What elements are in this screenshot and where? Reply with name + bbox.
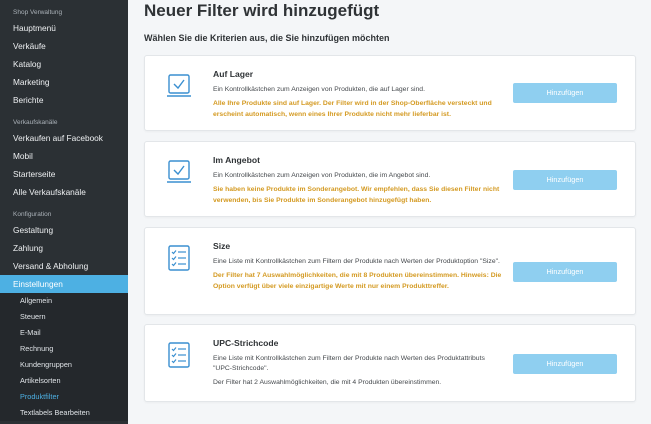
add-filter-button[interactable]: Hinzufügen [513,83,617,103]
sidebar-item-katalog[interactable]: Katalog [0,55,128,73]
filter-card-size: Size Eine Liste mit Kontrollkästchen zum… [144,227,636,315]
sidebar-item-berichte[interactable]: Berichte [0,91,128,109]
card-note: Der Filter hat 2 Auswahlmöglichkeiten, d… [213,379,442,386]
sidebar-item-versand[interactable]: Versand & Abholung [0,257,128,275]
sidebar-section-title: Verkaufskanäle [13,119,58,126]
add-filter-button[interactable]: Hinzufügen [513,354,617,374]
sidebar-item-facebook[interactable]: Verkaufen auf Facebook [0,129,128,147]
add-filter-button[interactable]: Hinzufügen [513,170,617,190]
sidebar-subitem-email[interactable]: E-Mail [0,325,128,341]
sidebar-item-marketing[interactable]: Marketing [0,73,128,91]
sidebar-subitem-textlabels[interactable]: Textlabels Bearbeiten [0,405,128,421]
sidebar-item-verkaufe[interactable]: Verkäufe [0,37,128,55]
checklist-icon [168,245,190,271]
sidebar-item-starterseite[interactable]: Starterseite [0,165,128,183]
sidebar-section-title: Shop Verwaltung [13,9,63,16]
sidebar-item-zahlung[interactable]: Zahlung [0,239,128,257]
card-description: Ein Kontrollkästchen zum Anzeigen von Pr… [213,172,431,179]
card-title: Auf Lager [213,69,254,79]
filter-card-upc-strichcode: UPC-Strichcode Eine Liste mit Kontrollkä… [144,324,636,402]
card-description: Ein Kontrollkästchen zum Anzeigen von Pr… [213,86,425,93]
sidebar-subitem-kundengruppen[interactable]: Kundengruppen [0,357,128,373]
sidebar-subitem-rechnung[interactable]: Rechnung [0,341,128,357]
sidebar-subitem-steuern[interactable]: Steuern [0,309,128,325]
sidebar: Shop Verwaltung Hauptmenü Verkäufe Katal… [0,0,128,424]
sidebar-subitem-produktfilter[interactable]: Produktfilter [0,389,128,405]
card-title: Im Angebot [213,155,260,165]
sidebar-item-mobil[interactable]: Mobil [0,147,128,165]
filter-card-im-angebot: Im Angebot Ein Kontrollkästchen zum Anze… [144,141,636,217]
sidebar-item-alle-verkaufskanale[interactable]: Alle Verkaufskanäle [0,183,128,201]
page-subtitle: Wählen Sie die Kriterien aus, die Sie hi… [144,33,390,43]
card-title: Size [213,241,231,251]
checkbox-icon [167,160,191,183]
add-filter-button[interactable]: Hinzufügen [513,262,617,282]
card-warning: Alle Ihre Produkte sind auf Lager. Der F… [213,100,492,118]
main-content: Neuer Filter wird hinzugefügt Wählen Sie… [128,0,651,424]
sidebar-item-gestaltung[interactable]: Gestaltung [0,221,128,239]
checklist-icon [168,342,190,368]
card-warning: Der Filter hat 7 Auswahlmöglichkeiten, d… [213,272,502,290]
sidebar-item-einstellungen[interactable]: Einstellungen [0,275,128,293]
card-description: Eine Liste mit Kontrollkästchen zum Filt… [213,258,500,265]
checkbox-icon [167,74,191,97]
page-title: Neuer Filter wird hinzugefügt [144,1,380,20]
sidebar-subitem-artikelsorten[interactable]: Artikelsorten [0,373,128,389]
filter-card-auf-lager: Auf Lager Ein Kontrollkästchen zum Anzei… [144,55,636,131]
card-description: Eine Liste mit Kontrollkästchen zum Filt… [213,355,485,372]
sidebar-subitem-allgemein[interactable]: Allgemein [0,293,128,309]
card-title: UPC-Strichcode [213,338,279,348]
card-warning: Sie haben keine Produkte im Sonderangebo… [213,186,500,204]
sidebar-item-hauptmenu[interactable]: Hauptmenü [0,19,128,37]
sidebar-section-title: Konfiguration [13,211,52,218]
